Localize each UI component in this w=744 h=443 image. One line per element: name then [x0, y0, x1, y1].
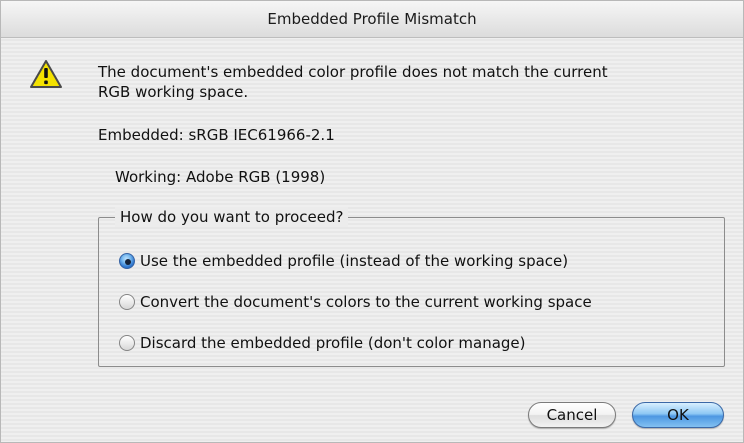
message-line-1: The document's embedded color profile do…: [98, 63, 608, 81]
mismatch-message: The document's embedded color profile do…: [98, 62, 698, 102]
use-embedded-profile-option[interactable]: Use the embedded profile (instead of the…: [119, 250, 568, 272]
convert-colors-label: Convert the document's colors to the cur…: [140, 293, 592, 311]
discard-profile-label: Discard the embedded profile (don't colo…: [140, 334, 526, 352]
warning-icon: [29, 59, 63, 89]
dialog-window: Embedded Profile Mismatch The document's…: [0, 0, 744, 443]
window-title: Embedded Profile Mismatch: [1, 1, 743, 38]
proceed-options-group: How do you want to proceed? Use the embe…: [98, 207, 725, 367]
convert-colors-option[interactable]: Convert the document's colors to the cur…: [119, 291, 592, 313]
working-profile-text: Working: Adobe RGB (1998): [115, 168, 326, 186]
radio-selected-icon[interactable]: [119, 253, 135, 269]
use-embedded-profile-label: Use the embedded profile (instead of the…: [140, 252, 569, 270]
proceed-options-label: How do you want to proceed?: [115, 207, 349, 227]
message-line-2: RGB working space.: [98, 83, 249, 101]
embedded-profile-text: Embedded: sRGB IEC61966-2.1: [98, 126, 335, 144]
cancel-button[interactable]: Cancel: [528, 402, 616, 428]
ok-button[interactable]: OK: [632, 402, 724, 428]
radio-unselected-icon[interactable]: [119, 335, 135, 351]
discard-profile-option[interactable]: Discard the embedded profile (don't colo…: [119, 332, 526, 354]
radio-unselected-icon[interactable]: [119, 294, 135, 310]
